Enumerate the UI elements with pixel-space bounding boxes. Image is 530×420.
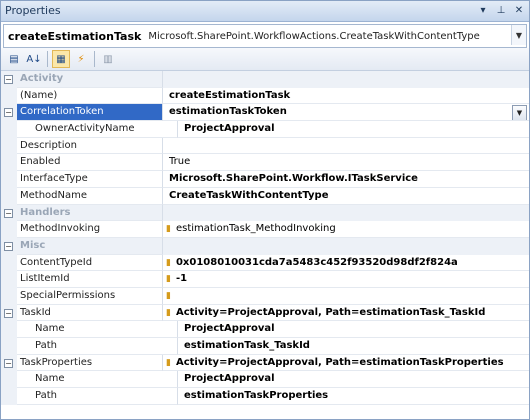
pin-icon[interactable]: ⊥ xyxy=(495,1,507,21)
bind-icon[interactable]: ▮ xyxy=(166,291,171,301)
properties-icon[interactable]: ▦ xyxy=(52,50,70,68)
property-row-taskid-path[interactable]: Path estimationTask_TaskId xyxy=(1,338,529,355)
property-value: -1 xyxy=(175,273,188,285)
property-value-field[interactable]: ▮ xyxy=(163,288,529,305)
property-row-taskid[interactable]: − TaskId ▮ Activity=ProjectApproval, Path… xyxy=(1,304,529,322)
property-row-taskid-name[interactable]: Name ProjectApproval xyxy=(1,321,529,338)
property-value[interactable]: estimationTaskProperties xyxy=(178,388,529,405)
property-grid: − Activity (Name) createEstimationTask −… xyxy=(1,71,529,405)
property-label: TaskId xyxy=(17,304,163,322)
property-label: Name xyxy=(17,371,178,389)
property-value: 0x0108010031cda7a5483c452f93520d98df2f82… xyxy=(175,256,458,268)
category-label: Activity xyxy=(17,71,163,88)
alphabetical-icon[interactable]: A↓ xyxy=(25,50,43,68)
close-icon[interactable]: ✕ xyxy=(513,1,525,21)
property-value[interactable]: createEstimationTask xyxy=(163,88,529,105)
category-misc[interactable]: − Misc xyxy=(1,237,529,255)
property-label: Path xyxy=(17,338,178,355)
property-label: MethodInvoking xyxy=(17,221,163,238)
property-value[interactable]: estimationTask_TaskId xyxy=(178,338,529,355)
property-value[interactable]: ProjectApproval xyxy=(178,371,529,389)
object-name: createEstimationTask xyxy=(8,29,142,43)
property-row-owneractivityname[interactable]: OwnerActivityName ProjectApproval xyxy=(1,121,529,138)
property-row-methodinvoking[interactable]: MethodInvoking ▮ estimationTask_MethodInv… xyxy=(1,221,529,238)
collapse-icon[interactable]: − xyxy=(4,108,13,118)
property-value[interactable]: ProjectApproval xyxy=(178,121,529,138)
object-selector[interactable]: createEstimationTask Microsoft.SharePoin… xyxy=(3,24,527,48)
property-row-methodname[interactable]: MethodName CreateTaskWithContentType xyxy=(1,187,529,205)
collapse-icon[interactable]: − xyxy=(4,241,13,251)
collapse-icon[interactable]: − xyxy=(4,75,13,84)
property-row-enabled[interactable]: Enabled True xyxy=(1,154,529,172)
collapse-icon[interactable]: − xyxy=(4,308,13,318)
property-label: InterfaceType xyxy=(17,171,163,188)
chevron-down-icon[interactable]: ▼ xyxy=(511,25,526,45)
property-row-name[interactable]: (Name) createEstimationTask xyxy=(1,87,529,105)
collapse-icon[interactable]: − xyxy=(4,358,13,368)
property-row-taskproperties-name[interactable]: Name ProjectApproval xyxy=(1,371,529,389)
property-label: MethodName xyxy=(17,187,163,205)
bind-icon[interactable]: ▮ xyxy=(166,274,171,284)
toolbar-separator xyxy=(94,51,95,67)
property-pages-icon[interactable]: ▥ xyxy=(99,50,117,68)
bind-icon[interactable]: ▮ xyxy=(166,358,171,368)
property-label: OwnerActivityName xyxy=(17,121,178,138)
property-value-field[interactable]: ▮ 0x0108010031cda7a5483c452f93520d98df2f8… xyxy=(163,255,529,272)
category-label: Handlers xyxy=(17,204,163,222)
property-value: estimationTask_MethodInvoking xyxy=(175,223,336,235)
property-value-field[interactable]: ▮ Activity=ProjectApproval, Path=estimati… xyxy=(163,355,529,372)
object-type: Microsoft.SharePoint.WorkflowActions.Cre… xyxy=(148,30,480,42)
bind-icon[interactable]: ▮ xyxy=(166,224,171,234)
property-value: Activity=ProjectApproval, Path=estimatio… xyxy=(175,356,504,368)
properties-window: Properties ▾ ⊥ ✕ createEstimationTask Mi… xyxy=(0,0,530,420)
property-row-contenttypeid[interactable]: ContentTypeId ▮ 0x0108010031cda7a5483c452… xyxy=(1,254,529,272)
property-value-field[interactable]: ▮ estimationTask_MethodInvoking xyxy=(163,221,529,238)
property-label: ListItemId xyxy=(17,271,163,288)
property-row-taskproperties-path[interactable]: Path estimationTaskProperties xyxy=(1,388,529,405)
bind-icon[interactable]: ▮ xyxy=(166,308,171,318)
property-label: ContentTypeId xyxy=(17,254,163,272)
property-value[interactable]: ProjectApproval xyxy=(178,321,529,338)
property-row-description[interactable]: Description xyxy=(1,137,529,155)
category-activity[interactable]: − Activity xyxy=(1,71,529,88)
property-label: SpecialPermissions xyxy=(17,287,163,305)
property-row-specialpermissions[interactable]: SpecialPermissions ▮ xyxy=(1,287,529,305)
title-bar: Properties ▾ ⊥ ✕ xyxy=(1,1,529,22)
property-label: TaskProperties xyxy=(17,354,163,372)
property-label: Name xyxy=(17,321,178,338)
property-row-listitemid[interactable]: ListItemId ▮ -1 xyxy=(1,271,529,288)
property-row-correlationtoken[interactable]: − CorrelationToken estimationTaskToken ▼ xyxy=(1,104,529,122)
category-handlers[interactable]: − Handlers xyxy=(1,204,529,222)
property-row-taskproperties[interactable]: − TaskProperties ▮ Activity=ProjectApprov… xyxy=(1,354,529,372)
window-title: Properties xyxy=(5,4,61,17)
property-label: Path xyxy=(17,388,178,405)
collapse-icon[interactable]: − xyxy=(4,208,13,218)
property-value: estimationTaskToken xyxy=(169,106,287,118)
category-label: Misc xyxy=(17,237,163,255)
categorized-icon[interactable]: ▤ xyxy=(5,50,23,68)
property-label: Description xyxy=(17,137,163,155)
toolbar-separator xyxy=(47,51,48,67)
property-value[interactable]: True xyxy=(163,154,529,172)
property-label: Enabled xyxy=(17,154,163,172)
property-value[interactable] xyxy=(163,138,529,155)
bind-icon[interactable]: ▮ xyxy=(166,258,171,268)
dropdown-icon[interactable]: ▾ xyxy=(477,1,489,21)
property-value-field[interactable]: ▮ -1 xyxy=(163,271,529,288)
property-label: (Name) xyxy=(17,87,163,105)
property-value-field[interactable]: estimationTaskToken ▼ xyxy=(163,104,529,122)
events-icon[interactable]: ⚡ xyxy=(72,50,90,68)
property-label: CorrelationToken xyxy=(17,104,163,122)
dropdown-arrow-icon[interactable]: ▼ xyxy=(512,105,527,121)
toolbar: ▤ A↓ ▦ ⚡ ▥ xyxy=(1,48,529,71)
property-value[interactable]: Microsoft.SharePoint.Workflow.ITaskServi… xyxy=(163,171,529,188)
property-value-field[interactable]: ▮ Activity=ProjectApproval, Path=estimati… xyxy=(163,305,529,322)
property-value: Activity=ProjectApproval, Path=estimatio… xyxy=(175,306,486,318)
property-value[interactable]: CreateTaskWithContentType xyxy=(163,188,529,205)
property-row-interfacetype[interactable]: InterfaceType Microsoft.SharePoint.Workf… xyxy=(1,171,529,188)
